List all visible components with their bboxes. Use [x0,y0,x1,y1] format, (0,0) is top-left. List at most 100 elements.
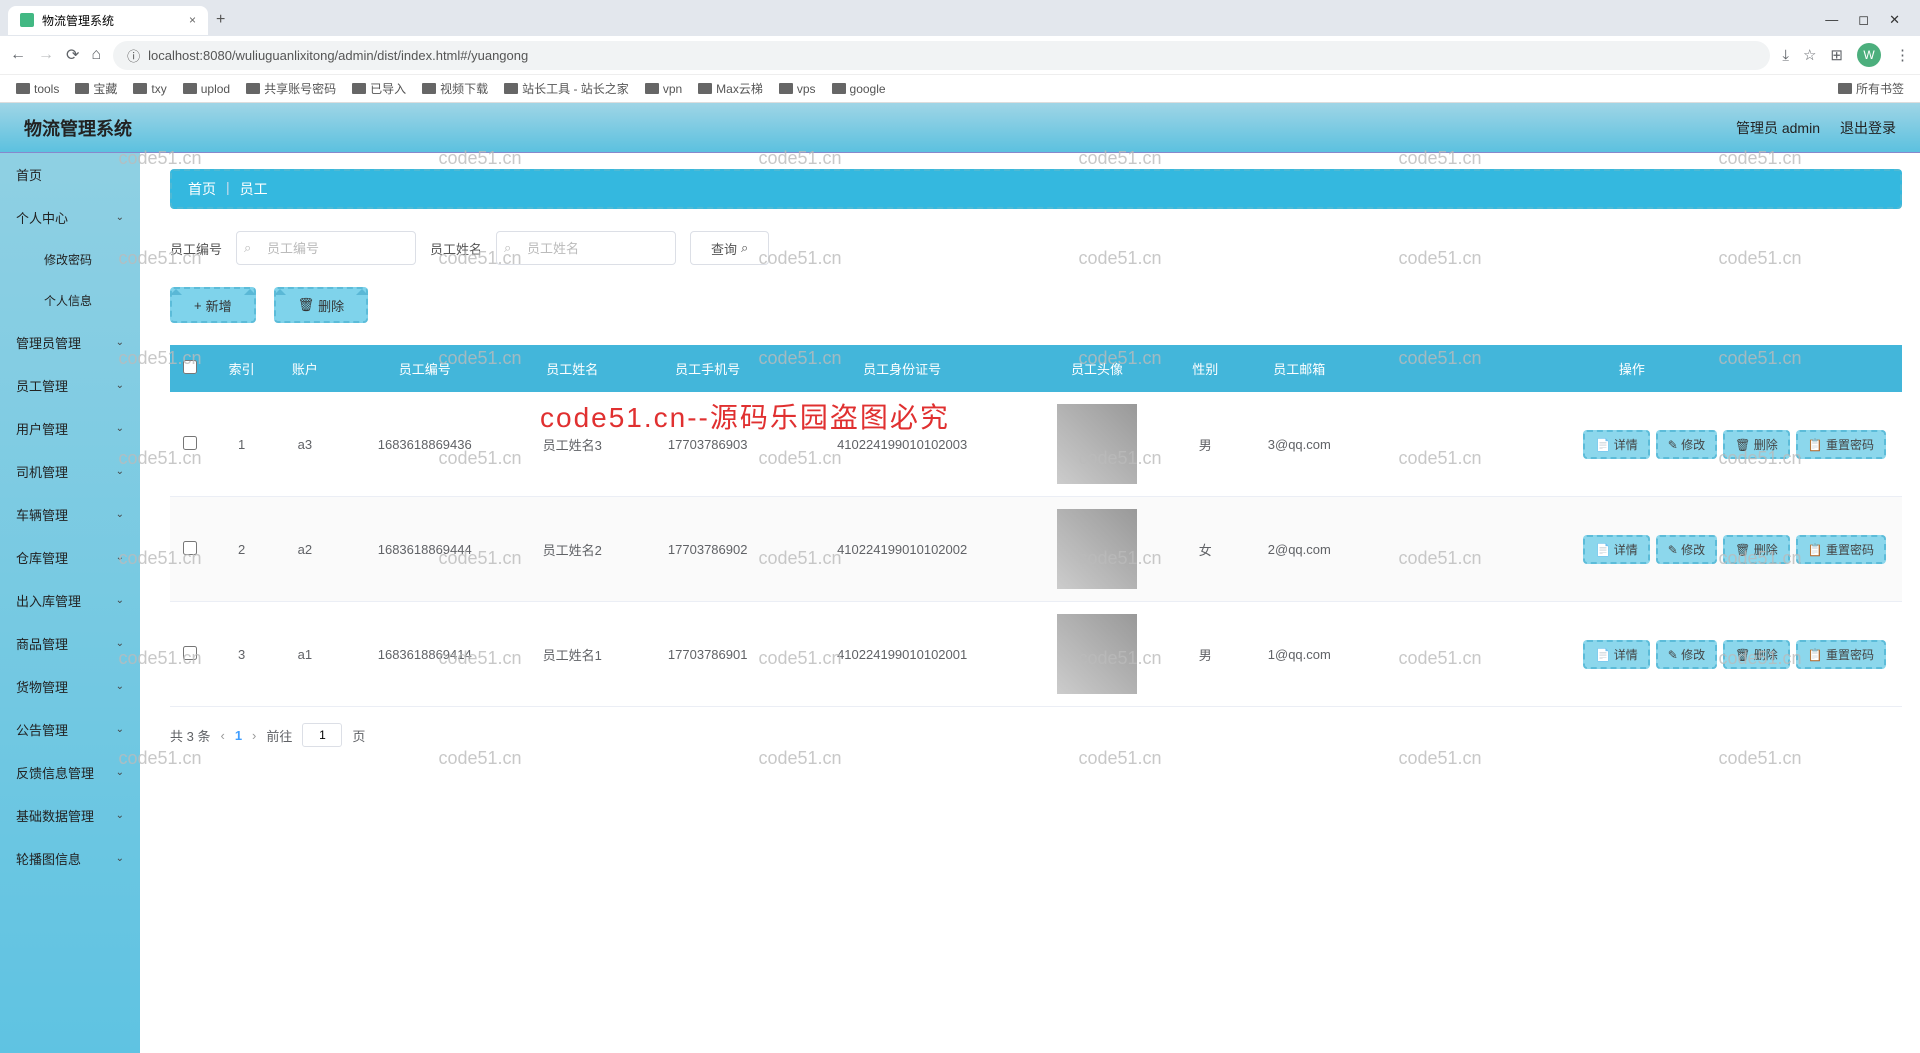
sidebar-item[interactable]: 个人中心⌄ [0,196,140,239]
address-bar[interactable]: ⓘ localhost:8080/wuliuguanlixitong/admin… [113,41,1770,70]
pager-total: 共 3 条 [170,726,210,745]
emp-name-input[interactable] [496,231,676,265]
sidebar-item[interactable]: 货物管理⌄ [0,665,140,708]
sidebar-item[interactable]: 管理员管理⌄ [0,321,140,364]
bookmark-item[interactable]: vps [773,80,822,98]
site-info-icon[interactable]: ⓘ [127,46,140,65]
bookmark-item[interactable]: txy [127,80,172,98]
sidebar-item[interactable]: 仓库管理⌄ [0,536,140,579]
bookmark-item[interactable]: 已导入 [346,78,412,99]
watermark-red: code51.cn--源码乐园盗图必究 [540,396,950,436]
chevron-down-icon: ⌄ [116,681,124,692]
sidebar-item[interactable]: 车辆管理⌄ [0,493,140,536]
delete-button[interactable]: 🗑删除 [274,287,369,323]
edit-button[interactable]: ✎ 修改 [1656,640,1717,669]
row-delete-button[interactable]: 🗑 删除 [1723,640,1790,669]
sidebar-item[interactable]: 基础数据管理⌄ [0,794,140,837]
pager-goto-suf: 页 [352,726,365,745]
row-delete-button[interactable]: 🗑 删除 [1723,430,1790,459]
logout-link[interactable]: 退出登录 [1840,118,1896,138]
row-delete-button[interactable]: 🗑 删除 [1723,535,1790,564]
detail-button[interactable]: 📄 详情 [1583,640,1649,669]
sidebar-item[interactable]: 公告管理⌄ [0,708,140,751]
browser-tab[interactable]: 物流管理系统 × [8,6,208,35]
table-header: 员工邮箱 [1237,345,1362,392]
reset-password-button[interactable]: 📋 重置密码 [1796,640,1886,669]
browser-menu-icon[interactable]: ⋮ [1895,46,1910,64]
maximize-button[interactable]: ◻ [1858,12,1869,28]
table-header: 员工身份证号 [784,345,1021,392]
table-header: 员工头像 [1020,345,1173,392]
tab-close-icon[interactable]: × [189,13,196,27]
extensions-icon[interactable]: ⊞ [1830,46,1843,64]
pager-next[interactable]: › [252,728,256,743]
sidebar-item[interactable]: 用户管理⌄ [0,407,140,450]
search-button[interactable]: 查询⌕ [690,231,769,265]
search-icon: ⌕ [244,240,251,256]
bookmark-all[interactable]: 所有书签 [1832,78,1910,99]
select-all-checkbox[interactable] [183,360,197,374]
search-label-emp-name: 员工姓名 [430,239,482,258]
bookmark-item[interactable]: 视频下载 [416,78,494,99]
minimize-button[interactable]: — [1825,12,1838,28]
reload-button[interactable]: ⟳ [66,45,79,65]
reset-password-button[interactable]: 📋 重置密码 [1796,430,1886,459]
bookmark-star-icon[interactable]: ☆ [1803,46,1816,64]
pager-page-1[interactable]: 1 [235,728,242,743]
bookmark-item[interactable]: google [826,80,892,98]
forward-button[interactable]: → [38,46,54,64]
table-header: 索引 [210,345,273,392]
pager-prev[interactable]: ‹ [220,728,224,743]
chevron-down-icon: ⌄ [116,810,124,821]
add-button[interactable]: +新增 [170,287,256,323]
sidebar-item[interactable]: 商品管理⌄ [0,622,140,665]
row-checkbox[interactable] [183,646,197,660]
back-button[interactable]: ← [10,46,26,64]
bookmark-item[interactable]: 站长工具 - 站长之家 [498,78,635,99]
sidebar-item[interactable]: 轮播图信息⌄ [0,837,140,880]
profile-badge[interactable]: W [1857,43,1881,67]
bookmark-item[interactable]: tools [10,80,65,98]
bookmark-item[interactable]: uplod [177,80,236,98]
chevron-down-icon: ⌄ [116,724,124,735]
row-checkbox[interactable] [183,436,197,450]
pager-goto-input[interactable] [302,723,342,747]
chevron-down-icon: ⌄ [116,423,124,434]
user-label[interactable]: 管理员 admin [1736,118,1820,138]
bookmark-item[interactable]: 共享账号密码 [240,78,342,99]
table-header: 员工编号 [337,345,513,392]
detail-button[interactable]: 📄 详情 [1583,535,1649,564]
sidebar-item[interactable]: 出入库管理⌄ [0,579,140,622]
avatar [1057,509,1137,589]
edit-button[interactable]: ✎ 修改 [1656,535,1717,564]
reset-password-button[interactable]: 📋 重置密码 [1796,535,1886,564]
app-header: 物流管理系统 管理员 admin 退出登录 [0,103,1920,153]
close-window-button[interactable]: ✕ [1889,12,1900,28]
sidebar-item[interactable]: 司机管理⌄ [0,450,140,493]
tab-title: 物流管理系统 [42,12,114,29]
chevron-down-icon: ⌄ [116,595,124,606]
table-header: 性别 [1174,345,1237,392]
sidebar-item[interactable]: 个人信息 [0,280,140,321]
table-header: 账户 [273,345,336,392]
chevron-down-icon: ⌄ [116,853,124,864]
edit-button[interactable]: ✎ 修改 [1656,430,1717,459]
breadcrumb-home[interactable]: 首页 [188,179,216,199]
detail-button[interactable]: 📄 详情 [1583,430,1649,459]
bookmark-item[interactable]: vpn [639,80,688,98]
breadcrumb-current: 员工 [240,179,268,199]
bookmark-item[interactable]: Max云梯 [692,78,769,99]
sidebar-item[interactable]: 修改密码 [0,239,140,280]
sidebar-item[interactable]: 首页 [0,153,140,196]
employee-table: 索引账户员工编号员工姓名员工手机号员工身份证号员工头像性别员工邮箱操作 1a31… [170,345,1902,707]
emp-no-input[interactable] [236,231,416,265]
row-checkbox[interactable] [183,541,197,555]
bookmark-item[interactable]: 宝藏 [69,78,123,99]
install-icon[interactable]: ⤓ [1782,47,1789,64]
trash-icon: 🗑 [298,297,315,313]
new-tab-button[interactable]: + [216,11,225,29]
sidebar-item[interactable]: 反馈信息管理⌄ [0,751,140,794]
chevron-down-icon: ⌄ [116,638,124,649]
home-button[interactable]: ⌂ [91,46,101,64]
sidebar-item[interactable]: 员工管理⌄ [0,364,140,407]
